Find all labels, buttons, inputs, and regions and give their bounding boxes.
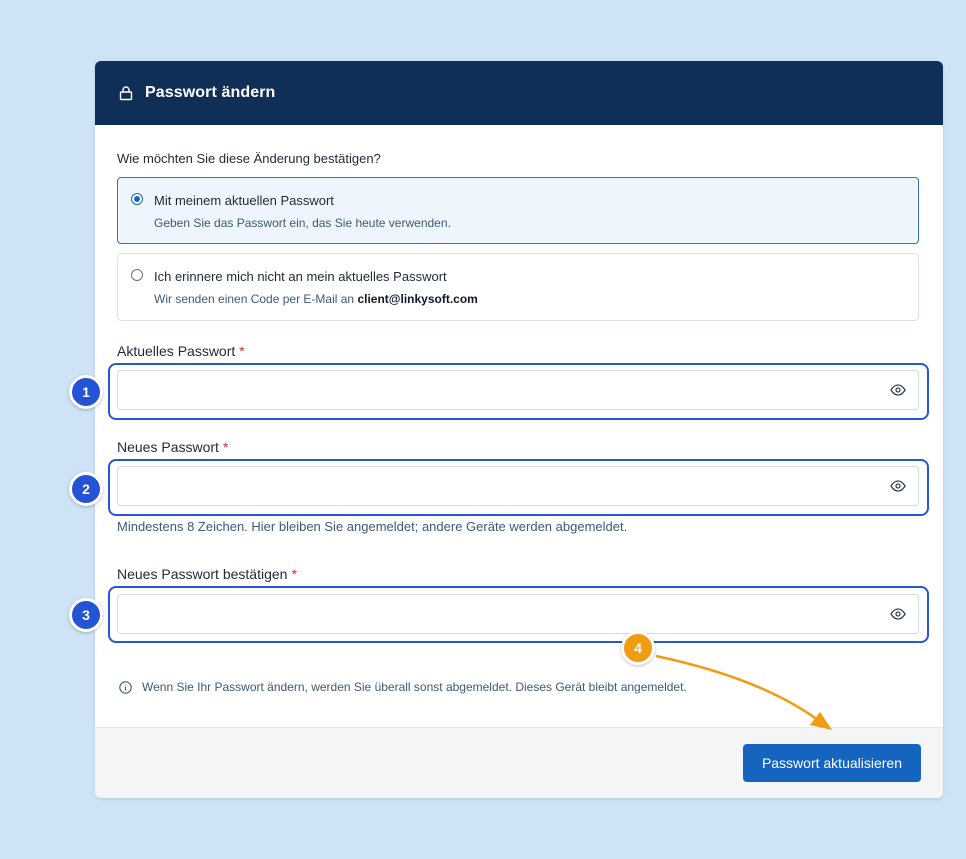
card-body: Wie möchten Sie diese Änderung bestätige… — [95, 125, 943, 727]
lock-icon — [118, 85, 134, 101]
page-title: Passwort ändern — [145, 84, 276, 101]
arrow-to-submit-icon — [655, 654, 832, 730]
eye-icon[interactable] — [890, 607, 906, 621]
confirm-password-field-wrap — [117, 594, 919, 634]
account-email: client@linkysoft.com — [357, 292, 478, 306]
verification-question: Wie möchten Sie diese Änderung bestätige… — [117, 151, 381, 166]
card-header: Passwort ändern — [95, 61, 943, 125]
required-marker: * — [222, 439, 229, 455]
email-code-text: Wir senden einen Code per E-Mail an — [154, 292, 355, 306]
step-badge-1: 1 — [69, 375, 103, 409]
confirm-password-input[interactable] — [118, 595, 902, 633]
confirm-password-label: Neues Passwort bestätigen * — [117, 566, 297, 582]
eye-icon[interactable] — [890, 383, 906, 397]
step-badge-3: 3 — [69, 598, 103, 632]
info-icon — [119, 680, 132, 694]
required-marker: * — [239, 343, 245, 359]
current-password-field-wrap — [117, 370, 919, 410]
radio-current-password[interactable] — [131, 193, 143, 205]
current-password-input[interactable] — [118, 371, 902, 409]
option-description: Wir senden einen Code per E-Mail an clie… — [154, 292, 478, 306]
eye-icon[interactable] — [890, 479, 906, 493]
info-notice: Wenn Sie Ihr Passwort ändern, werden Sie… — [119, 680, 687, 694]
radio-forgot-password[interactable] — [131, 269, 143, 281]
option-title: Mit meinem aktuellen Passwort — [154, 193, 334, 208]
step-badge-2: 2 — [69, 472, 103, 506]
password-hint: Mindestens 8 Zeichen. Hier bleiben Sie a… — [117, 519, 628, 534]
option-description: Geben Sie das Passwort ein, das Sie heut… — [154, 216, 451, 230]
required-marker: * — [291, 566, 297, 582]
option-current-password[interactable]: Mit meinem aktuellen Passwort Geben Sie … — [117, 177, 919, 244]
new-password-label: Neues Passwort * — [117, 439, 229, 455]
info-text: Wenn Sie Ihr Passwort ändern, werden Sie… — [142, 680, 687, 694]
option-title: Ich erinnere mich nicht an mein aktuelle… — [154, 269, 447, 284]
update-password-button[interactable]: Passwort aktualisieren — [742, 744, 921, 782]
new-password-input[interactable] — [118, 467, 902, 505]
option-forgot-password[interactable]: Ich erinnere mich nicht an mein aktuelle… — [117, 253, 919, 321]
new-password-field-wrap — [117, 466, 919, 506]
current-password-label: Aktuelles Passwort * — [117, 343, 245, 359]
